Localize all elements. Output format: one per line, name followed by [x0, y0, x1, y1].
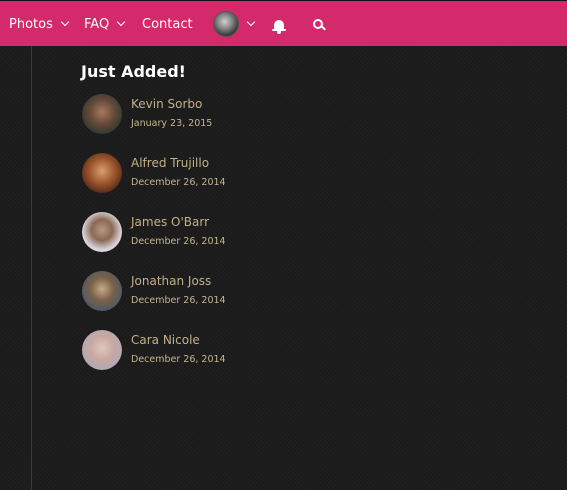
search-icon [313, 18, 326, 31]
nav-contact-label: Contact [142, 16, 193, 32]
person-photo-avatar[interactable] [82, 271, 122, 311]
user-account-menu[interactable] [213, 1, 256, 47]
nav-faq-menu[interactable]: FAQ [84, 1, 126, 47]
added-date: December 26, 2014 [131, 236, 226, 247]
person-photo-avatar[interactable] [82, 153, 122, 193]
list-item: Cara Nicole December 26, 2014 [82, 330, 342, 372]
person-name-link[interactable]: James O'Barr [131, 215, 209, 229]
chevron-down-icon [116, 17, 126, 27]
user-avatar [213, 11, 239, 37]
person-photo-avatar[interactable] [82, 94, 122, 134]
added-date: December 26, 2014 [131, 177, 226, 188]
person-name-link[interactable]: Kevin Sorbo [131, 97, 202, 111]
bell-icon [272, 19, 286, 34]
content-divider [31, 46, 32, 490]
added-date: January 23, 2015 [131, 118, 213, 129]
list-item: Alfred Trujillo December 26, 2014 [82, 153, 342, 195]
notifications-button[interactable] [272, 1, 286, 47]
person-photo-avatar[interactable] [82, 330, 122, 370]
chevron-down-icon [60, 17, 70, 27]
person-name-link[interactable]: Jonathan Joss [131, 274, 211, 288]
nav-photos-menu[interactable]: Photos [9, 1, 70, 47]
section-title: Just Added! [81, 62, 186, 81]
nav-photos-label: Photos [9, 16, 53, 32]
added-date: December 26, 2014 [131, 354, 226, 365]
person-name-link[interactable]: Cara Nicole [131, 333, 200, 347]
chevron-down-icon [246, 17, 256, 27]
nav-faq-label: FAQ [84, 16, 110, 32]
added-date: December 26, 2014 [131, 295, 226, 306]
person-name-link[interactable]: Alfred Trujillo [131, 156, 209, 170]
top-navbar: Photos FAQ Contact [0, 0, 567, 46]
person-photo-avatar[interactable] [82, 212, 122, 252]
list-item: James O'Barr December 26, 2014 [82, 212, 342, 254]
list-item: Jonathan Joss December 26, 2014 [82, 271, 342, 313]
search-button[interactable] [313, 1, 326, 47]
nav-contact-link[interactable]: Contact [142, 1, 193, 47]
list-item: Kevin Sorbo January 23, 2015 [82, 94, 342, 136]
